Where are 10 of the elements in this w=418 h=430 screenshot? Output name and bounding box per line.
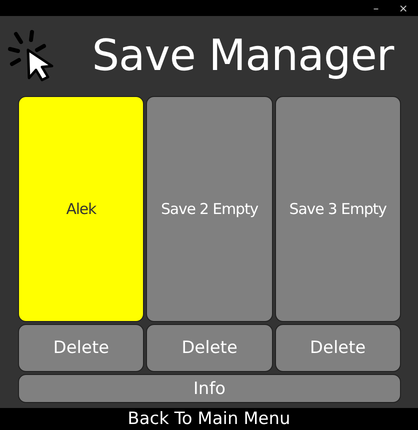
window-control[interactable]: × — [398, 2, 408, 14]
save-slot[interactable]: Save 3 Empty — [274, 96, 401, 322]
save-slot[interactable]: Alek — [18, 96, 144, 322]
delete-button[interactable]: Delete — [274, 324, 401, 372]
save-slot[interactable]: Save 2 Empty — [146, 96, 273, 322]
app-title: Save Manager — [92, 31, 394, 81]
delete-button[interactable]: Delete — [18, 324, 144, 372]
info-button[interactable]: Info — [18, 374, 401, 403]
delete-button[interactable]: Delete — [146, 324, 273, 372]
window-control[interactable]: – — [373, 2, 379, 14]
